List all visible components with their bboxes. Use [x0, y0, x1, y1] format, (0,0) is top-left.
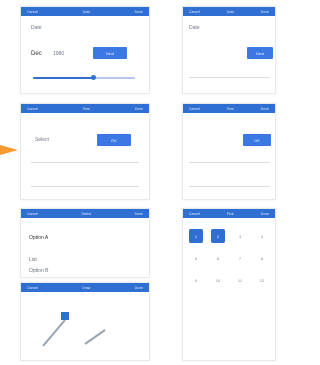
header-title: Pick: [226, 211, 234, 216]
number-cell[interactable]: 3: [233, 229, 247, 243]
arrow-indicator: [0, 145, 18, 155]
header-left[interactable]: Cancel: [27, 212, 38, 216]
number-cell[interactable]: 4: [255, 229, 269, 243]
header-title: Time: [226, 106, 235, 111]
select-label: Select: [35, 137, 49, 143]
header-left[interactable]: Cancel: [189, 107, 200, 111]
option-b[interactable]: Option B: [29, 268, 48, 274]
header-title: Draw: [82, 285, 91, 290]
number-cell[interactable]: 7: [233, 251, 247, 265]
header-title: Time: [82, 106, 91, 111]
header-left[interactable]: Cancel: [189, 10, 200, 14]
header-title: Select: [81, 211, 92, 216]
pen-stroke-icon: [42, 319, 66, 347]
date-year: 1980: [53, 51, 65, 57]
date-label: Date: [31, 25, 42, 31]
date-slider-fill: [33, 77, 93, 79]
draw-canvas[interactable]: [21, 292, 149, 360]
header-left[interactable]: Cancel: [27, 286, 38, 290]
number-cell[interactable]: 10: [211, 273, 225, 287]
header-right[interactable]: Done: [261, 10, 269, 14]
panel-date-left: Cancel Date Done Date Dec 1980 Next: [20, 6, 150, 94]
header-right[interactable]: Done: [261, 107, 269, 111]
number-cell[interactable]: 11: [233, 273, 247, 287]
panel-header: Cancel Date Done: [183, 7, 275, 16]
divider: [31, 162, 139, 163]
header-left[interactable]: Cancel: [189, 212, 200, 216]
header-right[interactable]: Done: [135, 10, 143, 14]
divider: [189, 186, 269, 187]
panel-time-right: Cancel Time Done OK: [182, 103, 276, 200]
panel-draw-left: Cancel Draw Done: [20, 282, 150, 361]
ok-button[interactable]: OK: [243, 134, 271, 146]
number-cell[interactable]: 12: [255, 273, 269, 287]
date-label: Date: [189, 25, 200, 31]
header-right[interactable]: Done: [135, 107, 143, 111]
panel-date-right: Cancel Date Done Date Next: [182, 6, 276, 94]
divider: [31, 186, 139, 187]
header-title: Date: [226, 9, 234, 14]
number-cell[interactable]: 6: [211, 251, 225, 265]
header-right[interactable]: Done: [135, 212, 143, 216]
section-label: List: [29, 257, 37, 263]
header-right[interactable]: Done: [261, 212, 269, 216]
date-month: Dec: [31, 51, 42, 57]
panel-header: Cancel Date Done: [21, 7, 149, 16]
option-a[interactable]: Option A: [29, 235, 48, 241]
panel-header: Cancel Time Done: [183, 104, 275, 113]
panel-time-left: Cancel Time Done Select OK: [20, 103, 150, 200]
header-left[interactable]: Cancel: [27, 107, 38, 111]
header-right[interactable]: Done: [135, 286, 143, 290]
next-button[interactable]: Next: [93, 47, 127, 59]
divider: [189, 162, 269, 163]
ok-button[interactable]: OK: [97, 134, 131, 146]
pen-tip-icon: [61, 312, 69, 320]
panel-header: Cancel Pick Done: [183, 209, 275, 218]
number-cell[interactable]: 5: [189, 251, 203, 265]
panel-header: Cancel Select Done: [21, 209, 149, 218]
pen-stroke-icon: [84, 329, 106, 345]
header-title: Date: [82, 9, 90, 14]
panel-header: Cancel Time Done: [21, 104, 149, 113]
number-cell[interactable]: 9: [189, 273, 203, 287]
divider: [189, 77, 269, 78]
panel-select-left: Cancel Select Done Option A List Option …: [20, 208, 150, 278]
panel-header: Cancel Draw Done: [21, 283, 149, 292]
number-cell[interactable]: 1: [189, 229, 203, 243]
next-button[interactable]: Next: [247, 47, 273, 59]
number-cell[interactable]: 2: [211, 229, 225, 243]
date-slider-knob[interactable]: [91, 75, 96, 80]
number-cell[interactable]: 8: [255, 251, 269, 265]
header-left[interactable]: Cancel: [27, 10, 38, 14]
panel-pick-right: Cancel Pick Done 1 2 3 4 5 6 7 8 9 10 11 12: [182, 208, 276, 361]
